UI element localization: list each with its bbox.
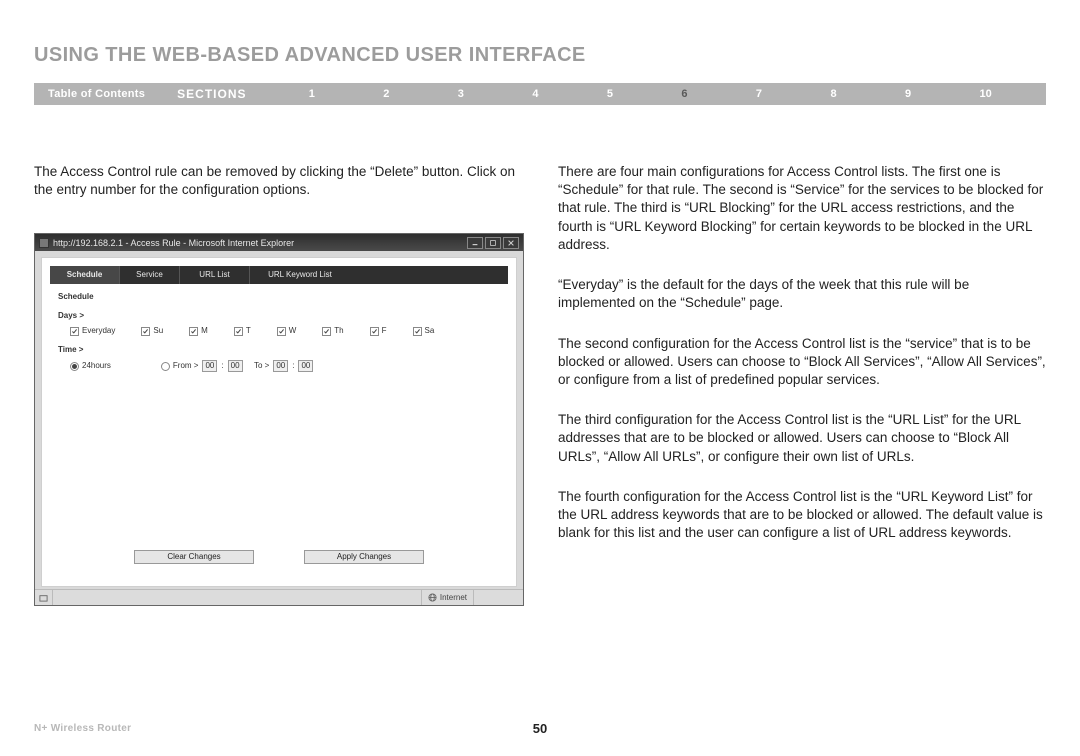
section-link-4[interactable]: 4 [532, 88, 538, 100]
to-label: To > [254, 361, 269, 372]
window-title-text: http://192.168.2.1 - Access Rule - Micro… [53, 237, 465, 249]
right-paragraph-5: The fourth configuration for the Access … [558, 488, 1046, 543]
day-th: Th [334, 326, 343, 337]
days-label: Days > [58, 311, 500, 322]
section-link-7[interactable]: 7 [756, 88, 762, 100]
close-button[interactable] [503, 237, 519, 249]
day-w: W [289, 326, 297, 337]
everyday-label: Everyday [82, 326, 115, 337]
checkbox-m[interactable] [189, 327, 198, 336]
tab-schedule[interactable]: Schedule [50, 266, 120, 284]
apply-changes-button[interactable]: Apply Changes [304, 550, 424, 564]
section-link-5[interactable]: 5 [607, 88, 613, 100]
config-tabs: Schedule Service URL List URL Keyword Li… [50, 266, 508, 284]
day-m: M [201, 326, 208, 337]
right-paragraph-3: The second configuration for the Access … [558, 335, 1046, 390]
section-link-3[interactable]: 3 [458, 88, 464, 100]
day-sa: Sa [425, 326, 435, 337]
sections-numbers: 1 2 3 4 5 6 7 8 9 10 [275, 88, 1046, 100]
section-link-8[interactable]: 8 [830, 88, 836, 100]
page-number: 50 [533, 721, 547, 736]
maximize-button[interactable] [485, 237, 501, 249]
section-navbar: Table of Contents SECTIONS 1 2 3 4 5 6 7… [34, 83, 1046, 105]
checkbox-sa[interactable] [413, 327, 422, 336]
from-label: From > [173, 361, 199, 372]
page-footer: N+ Wireless Router 50 [34, 723, 1046, 734]
right-paragraph-1: There are four main configurations for A… [558, 163, 1046, 254]
clear-changes-button[interactable]: Clear Changes [134, 550, 254, 564]
day-su: Su [153, 326, 163, 337]
schedule-panel: Schedule Days > Everyday Su M T W Th F S… [50, 284, 508, 380]
section-link-1[interactable]: 1 [309, 88, 315, 100]
status-icon [35, 590, 53, 605]
favicon-icon [39, 238, 49, 248]
time-label: Time > [58, 345, 500, 356]
checkbox-th[interactable] [322, 327, 331, 336]
zone-indicator: Internet [421, 590, 473, 605]
from-hour-select[interactable]: 00 [202, 360, 217, 373]
to-hour-select[interactable]: 00 [273, 360, 288, 373]
from-min-select[interactable]: 00 [228, 360, 243, 373]
checkbox-everyday[interactable] [70, 327, 79, 336]
minimize-button[interactable] [467, 237, 483, 249]
tab-service[interactable]: Service [120, 266, 180, 284]
toc-link[interactable]: Table of Contents [34, 88, 159, 100]
checkbox-f[interactable] [370, 327, 379, 336]
radio-24hours[interactable] [70, 362, 79, 371]
right-paragraph-2: “Everyday” is the default for the days o… [558, 276, 1046, 312]
radio-from[interactable] [161, 362, 170, 371]
status-box [473, 590, 523, 605]
day-f: F [382, 326, 387, 337]
browser-body: Schedule Service URL List URL Keyword Li… [41, 257, 517, 587]
schedule-heading: Schedule [58, 292, 500, 303]
tab-url-keyword-list[interactable]: URL Keyword List [250, 266, 350, 284]
sections-label: SECTIONS [159, 87, 274, 101]
section-link-9[interactable]: 9 [905, 88, 911, 100]
left-paragraph-1: The Access Control rule can be removed b… [34, 163, 524, 199]
browser-window: http://192.168.2.1 - Access Rule - Micro… [34, 233, 524, 606]
24hours-label: 24hours [82, 361, 111, 372]
checkbox-w[interactable] [277, 327, 286, 336]
right-paragraph-4: The third configuration for the Access C… [558, 411, 1046, 466]
checkbox-su[interactable] [141, 327, 150, 336]
globe-icon [428, 593, 437, 602]
status-bar: Internet [35, 589, 523, 605]
product-name: N+ Wireless Router [34, 723, 131, 734]
section-link-10[interactable]: 10 [980, 88, 992, 100]
section-link-6[interactable]: 6 [681, 88, 687, 100]
tab-url-list[interactable]: URL List [180, 266, 250, 284]
page-title: USING THE WEB-BASED ADVANCED USER INTERF… [34, 44, 1046, 67]
day-t: T [246, 326, 251, 337]
checkbox-t[interactable] [234, 327, 243, 336]
section-link-2[interactable]: 2 [383, 88, 389, 100]
window-titlebar: http://192.168.2.1 - Access Rule - Micro… [35, 234, 523, 251]
zone-label: Internet [440, 593, 467, 604]
to-min-select[interactable]: 00 [298, 360, 313, 373]
